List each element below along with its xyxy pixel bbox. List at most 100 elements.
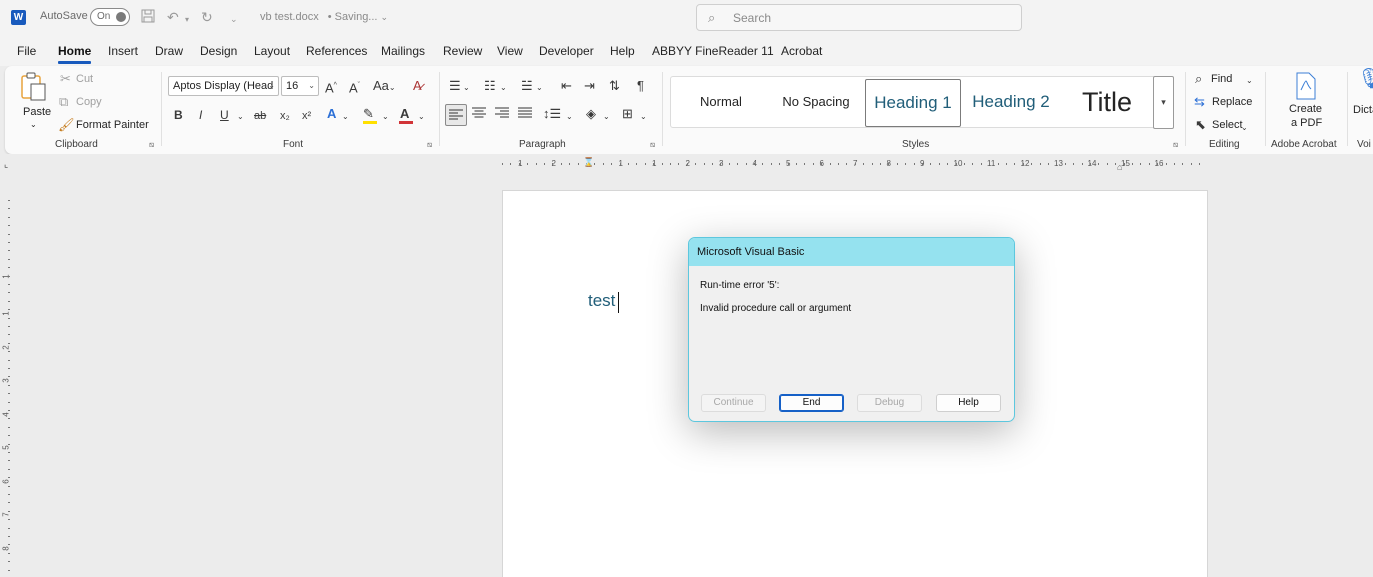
chevron-down-icon[interactable]: ⌄ [342, 109, 349, 125]
italic-button[interactable]: I [199, 107, 202, 123]
chevron-down-icon[interactable]: ⌄ [418, 109, 425, 125]
end-button[interactable]: End [779, 394, 844, 412]
style-title[interactable]: Title [1061, 79, 1153, 127]
align-left-button[interactable] [445, 104, 467, 126]
tab-draw[interactable]: Draw [155, 44, 183, 58]
vruler-tick [8, 216, 10, 218]
redo-icon[interactable]: ↻ [201, 9, 213, 25]
search-box[interactable]: ⌕ Search [696, 4, 1022, 31]
subscript-button[interactable]: x₂ [280, 108, 290, 124]
multilevel-list-icon[interactable]: ☱ [521, 78, 533, 94]
shading-icon[interactable]: ◈ [586, 106, 596, 122]
tab-view[interactable]: View [497, 44, 523, 58]
font-name-select[interactable]: Aptos Display (Head ⌄ [168, 76, 279, 96]
line-spacing-icon[interactable]: ↕☰ [543, 106, 561, 122]
grow-font-icon[interactable]: A^ [325, 78, 337, 96]
superscript-button[interactable]: x² [302, 108, 311, 124]
decrease-indent-icon[interactable]: ⇤ [561, 78, 572, 94]
microphone-icon[interactable]: 🎙 [1357, 69, 1373, 89]
tab-design[interactable]: Design [200, 44, 237, 58]
tab-help[interactable]: Help [610, 44, 635, 58]
style-normal[interactable]: Normal [675, 79, 767, 127]
chevron-down-icon[interactable]: ⌄ [382, 109, 389, 125]
font-launcher-icon[interactable]: ⧅ [427, 140, 432, 150]
show-formatting-icon[interactable]: ¶ [637, 78, 644, 94]
paragraph-launcher-icon[interactable]: ⧅ [650, 140, 655, 150]
style-heading-1[interactable]: Heading 1 [865, 79, 961, 127]
clear-formatting-icon[interactable]: A̷ [413, 78, 422, 94]
debug-button[interactable]: Debug [857, 394, 922, 412]
tab-layout[interactable]: Layout [254, 44, 290, 58]
numbering-icon[interactable]: ☷ [484, 78, 496, 94]
strikethrough-button[interactable]: ab [254, 108, 266, 124]
chevron-down-icon[interactable]: ⌄ [566, 109, 573, 125]
font-size-select[interactable]: 16 ⌄ [281, 76, 319, 96]
sort-icon[interactable]: ⇅ [609, 78, 620, 94]
vruler-tick [8, 208, 10, 210]
customize-toolbar-icon[interactable]: ⌄ [230, 11, 238, 27]
underline-button[interactable]: U [220, 107, 229, 123]
style-no-spacing[interactable]: No Spacing [769, 79, 863, 127]
undo-icon[interactable]: ↶ [167, 9, 179, 25]
tab-insert[interactable]: Insert [108, 44, 138, 58]
chevron-down-icon[interactable]: ⌄ [1241, 120, 1248, 136]
align-right-icon[interactable] [495, 107, 509, 123]
replace-button[interactable]: Replace [1212, 96, 1252, 108]
help-button[interactable]: Help [936, 394, 1001, 412]
ruler-tick [1182, 163, 1184, 165]
ruler-tick [611, 163, 613, 165]
format-painter-button[interactable]: Format Painter [76, 119, 149, 131]
borders-icon[interactable]: ⊞ [622, 106, 633, 122]
left-indent-marker-icon[interactable]: ⌛ [583, 157, 594, 168]
save-icon[interactable] [141, 9, 155, 26]
cut-button[interactable]: Cut [76, 73, 93, 85]
tab-review[interactable]: Review [443, 44, 482, 58]
tab-selector-icon[interactable]: ⌞ [4, 159, 8, 170]
paste-button[interactable]: Paste ⌄ [17, 70, 51, 130]
vruler-tick [8, 485, 10, 487]
continue-button[interactable]: Continue [701, 394, 766, 412]
select-button[interactable]: Select [1212, 119, 1243, 131]
chevron-down-icon[interactable]: ⌄ [1246, 73, 1253, 89]
document-text[interactable]: test [588, 291, 615, 311]
bold-button[interactable]: B [174, 107, 183, 123]
right-indent-marker-icon[interactable]: ⌂ [1117, 162, 1122, 172]
dialog-title-bar[interactable]: Microsoft Visual Basic [689, 238, 1014, 266]
find-button[interactable]: Find [1211, 73, 1232, 85]
tab-file[interactable]: File [17, 44, 36, 58]
chevron-down-icon[interactable]: ⌄ [536, 80, 543, 96]
shrink-font-icon[interactable]: Aˇ [349, 78, 360, 96]
justify-icon[interactable] [518, 107, 532, 123]
tab-developer[interactable]: Developer [539, 44, 594, 58]
font-color-icon[interactable]: A [399, 106, 413, 124]
dictate-button[interactable]: Dicta [1353, 104, 1373, 116]
horizontal-ruler[interactable]: ⌞ 12112345678910111213141516 ⌛ ⌂ [0, 154, 1373, 174]
change-case-button[interactable]: Aa⌄ [373, 78, 396, 96]
tab-acrobat[interactable]: Acrobat [781, 44, 822, 58]
chevron-down-icon[interactable]: ⌄ [463, 80, 470, 96]
style-heading-2[interactable]: Heading 2 [963, 79, 1059, 127]
create-pdf-button[interactable]: Create a PDF [1277, 70, 1335, 132]
undo-dropdown-icon[interactable]: ▾ [185, 12, 189, 28]
document-title[interactable]: vb test.docx • Saving... ⌄ [260, 11, 388, 23]
copy-button[interactable]: Copy [76, 96, 102, 108]
tab-home[interactable]: Home [58, 44, 92, 64]
bullets-icon[interactable]: ☰ [449, 78, 461, 94]
text-effects-icon[interactable]: A [327, 106, 336, 122]
styles-more-button[interactable]: ▾ [1153, 76, 1174, 129]
align-center-icon[interactable] [472, 107, 486, 123]
chevron-down-icon[interactable]: ⌄ [640, 109, 647, 125]
tab-references[interactable]: References [306, 44, 367, 58]
tab-mailings[interactable]: Mailings [381, 44, 425, 58]
ruler-tick [1090, 163, 1091, 165]
increase-indent-icon[interactable]: ⇥ [584, 78, 595, 94]
tab-abbyy[interactable]: ABBYY FineReader 11 [652, 44, 774, 58]
chevron-down-icon[interactable]: ⌄ [603, 109, 610, 125]
clipboard-launcher-icon[interactable]: ⧅ [149, 140, 154, 150]
styles-launcher-icon[interactable]: ⧅ [1173, 140, 1178, 150]
vertical-ruler: 112345678 [0, 190, 18, 577]
autosave-toggle[interactable]: On [90, 8, 130, 26]
underline-dropdown-icon[interactable]: ⌄ [237, 109, 244, 125]
highlight-icon[interactable]: ✎ [363, 106, 377, 124]
chevron-down-icon[interactable]: ⌄ [500, 80, 507, 96]
